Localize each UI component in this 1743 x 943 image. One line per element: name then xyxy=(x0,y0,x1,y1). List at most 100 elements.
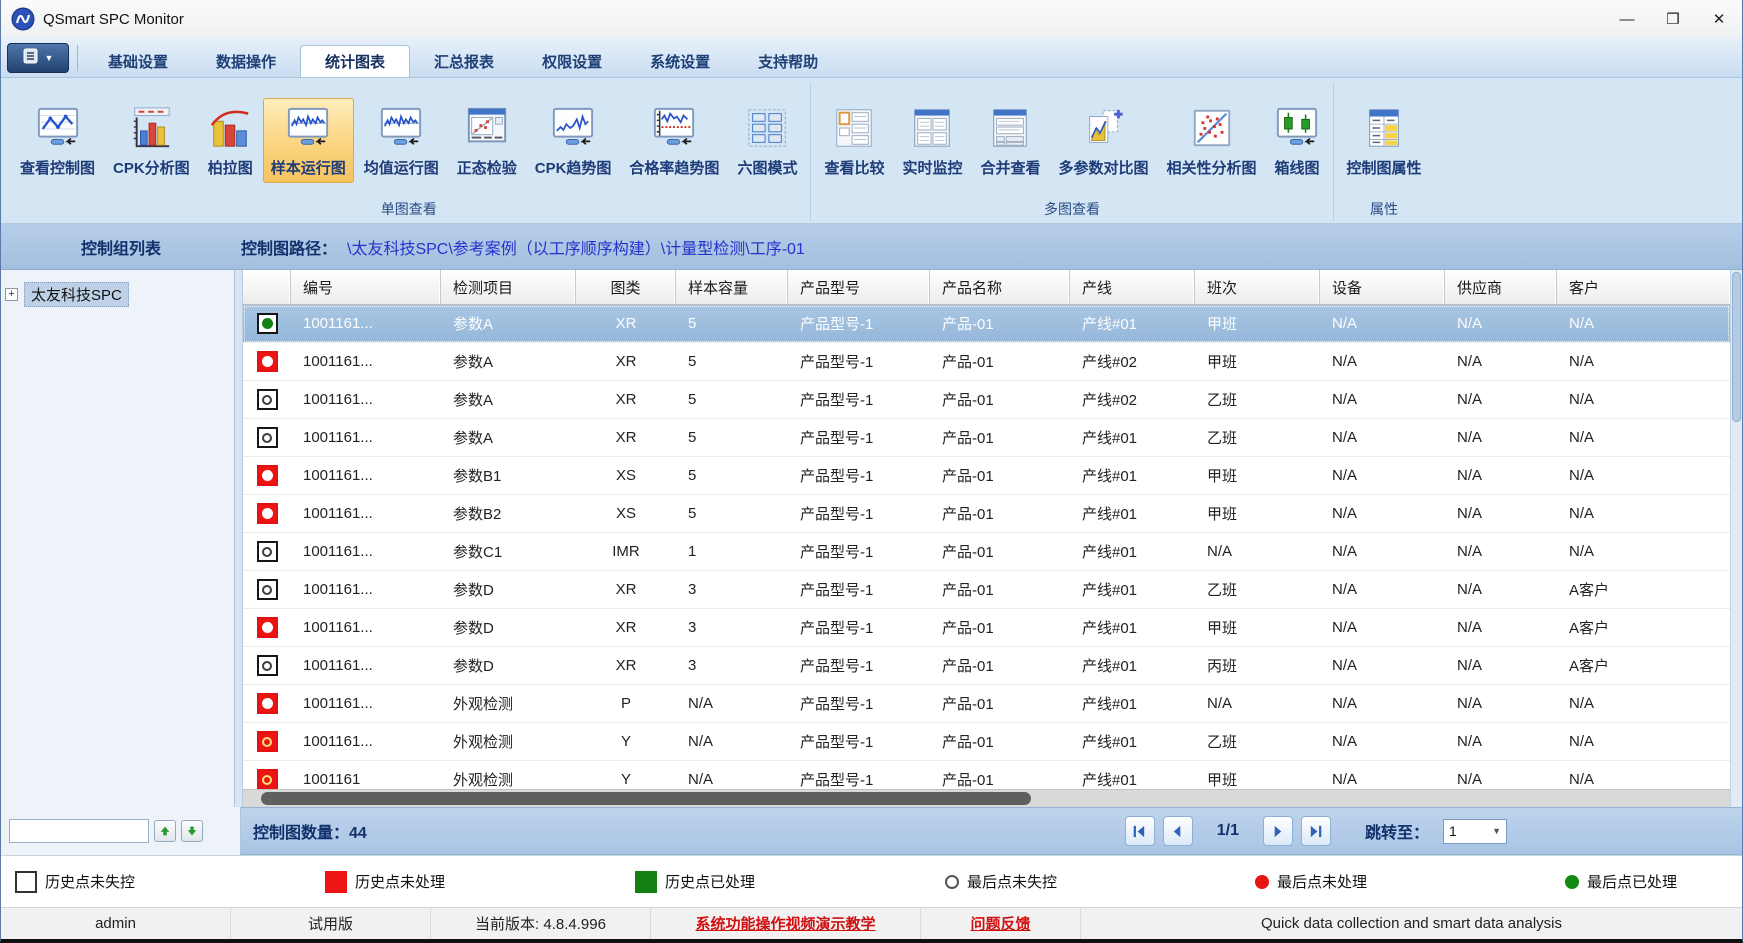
pareto-chart-icon xyxy=(208,103,252,153)
column-header[interactable]: 产线 xyxy=(1070,270,1195,304)
table-row[interactable]: 1001161...参数DXR3产品型号-1产品-01产线#01甲班N/AN/A… xyxy=(243,609,1730,647)
point-status-icon xyxy=(257,579,278,600)
chevron-down-icon: ▼ xyxy=(1492,826,1501,836)
ribbon-button-mean-run-chart[interactable]: 均值运行图 xyxy=(356,98,447,183)
search-down-button[interactable] xyxy=(181,820,203,842)
table-cell: 产品型号-1 xyxy=(788,761,930,789)
previous-page-button[interactable] xyxy=(1163,816,1193,846)
table-cell: 乙班 xyxy=(1195,419,1320,456)
table-row[interactable]: 1001161...参数AXR5产品型号-1产品-01产线#02甲班N/AN/A… xyxy=(243,343,1730,381)
panel-splitter[interactable] xyxy=(235,270,243,807)
ribbon-button-correlation-analysis[interactable]: 相关性分析图 xyxy=(1159,98,1265,183)
ribbon-button-normality-test[interactable]: 正态检验 xyxy=(449,98,525,183)
menu-tab-4[interactable]: 汇总报表 xyxy=(410,45,518,77)
ribbon-button-pareto-chart[interactable]: 柏拉图 xyxy=(200,98,261,183)
table-cell: N/A xyxy=(1445,685,1557,722)
next-page-button[interactable] xyxy=(1263,816,1293,846)
cpk-analysis-icon xyxy=(129,103,173,153)
table-cell: 产品-01 xyxy=(930,571,1070,608)
table-cell: Y xyxy=(576,723,676,760)
ribbon-button-cpk-analysis[interactable]: CPK分析图 xyxy=(105,98,198,183)
table-row[interactable]: 1001161...参数B2XS5产品型号-1产品-01产线#01甲班N/AN/… xyxy=(243,495,1730,533)
column-header[interactable]: 供应商 xyxy=(1445,270,1557,304)
table-row[interactable]: 1001161...参数DXR3产品型号-1产品-01产线#01丙班N/AN/A… xyxy=(243,647,1730,685)
table-cell: 产品型号-1 xyxy=(788,381,930,418)
table-cell: 甲班 xyxy=(1195,343,1320,380)
column-header[interactable]: 设备 xyxy=(1320,270,1445,304)
column-header-status[interactable] xyxy=(243,270,291,304)
edition-label: 试用版 xyxy=(231,908,431,939)
table-cell: 1001161... xyxy=(291,723,441,760)
cpk-trend-icon xyxy=(551,103,595,153)
column-header[interactable]: 班次 xyxy=(1195,270,1320,304)
ribbon-button-realtime-monitor[interactable]: 实时监控 xyxy=(894,98,970,183)
ribbon-button-multi-param-compare[interactable]: 多参数对比图 xyxy=(1051,98,1157,183)
menu-tab-6[interactable]: 系统设置 xyxy=(626,45,734,77)
table-cell: 外观检测 xyxy=(441,723,576,760)
table-row[interactable]: 1001161...外观检测PN/A产品型号-1产品-01产线#01N/AN/A… xyxy=(243,685,1730,723)
menu-tab-1[interactable]: 基础设置 xyxy=(84,45,192,77)
tree-item-root[interactable]: + 太友科技SPC xyxy=(5,282,234,307)
realtime-monitor-icon xyxy=(910,103,954,153)
menu-tab-5[interactable]: 权限设置 xyxy=(518,45,626,77)
ribbon-button-six-chart-mode[interactable]: 六图模式 xyxy=(729,98,805,183)
table-cell: N/A xyxy=(1445,457,1557,494)
menu-tab-3[interactable]: 统计图表 xyxy=(300,45,410,77)
close-button[interactable]: ✕ xyxy=(1696,0,1742,38)
menu-tab-2[interactable]: 数据操作 xyxy=(192,45,300,77)
ribbon-button-box-plot[interactable]: 箱线图 xyxy=(1267,98,1328,183)
point-status-icon xyxy=(257,617,278,638)
ribbon-button-cpk-trend[interactable]: CPK趋势图 xyxy=(527,98,620,183)
table-row[interactable]: 1001161...参数C1IMR1产品型号-1产品-01产线#01N/AN/A… xyxy=(243,533,1730,571)
horizontal-scrollbar-thumb[interactable] xyxy=(261,792,1031,805)
table-cell: 产线#01 xyxy=(1070,571,1195,608)
table-row[interactable]: 1001161...参数B1XS5产品型号-1产品-01产线#01甲班N/AN/… xyxy=(243,457,1730,495)
search-up-button[interactable] xyxy=(154,820,176,842)
table-cell: IMR xyxy=(576,533,676,570)
ribbon-button-merge-view[interactable]: 合并查看 xyxy=(972,98,1048,183)
feedback-link[interactable]: 问题反馈 xyxy=(970,913,1030,934)
table-cell: 参数A xyxy=(441,419,576,456)
column-header[interactable]: 产品型号 xyxy=(788,270,930,304)
menu-tab-7[interactable]: 支持帮助 xyxy=(734,45,842,77)
table-row[interactable]: 1001161...外观检测YN/A产品型号-1产品-01产线#01乙班N/AN… xyxy=(243,723,1730,761)
column-header[interactable]: 产品名称 xyxy=(930,270,1070,304)
table-row[interactable]: 1001161...参数DXR3产品型号-1产品-01产线#01乙班N/AN/A… xyxy=(243,571,1730,609)
table-cell: 1001161... xyxy=(291,305,441,342)
vertical-scrollbar-thumb[interactable] xyxy=(1732,272,1741,422)
column-header[interactable]: 样本容量 xyxy=(676,270,788,304)
ribbon-button-sample-run-chart[interactable]: 样本运行图 xyxy=(263,98,354,183)
table-row[interactable]: 1001161外观检测YN/A产品型号-1产品-01产线#01甲班N/AN/AN… xyxy=(243,761,1730,789)
ribbon-button-view-control-chart[interactable]: 查看控制图 xyxy=(12,98,103,183)
table-cell: 产线#01 xyxy=(1070,685,1195,722)
video-tutorial-link[interactable]: 系统功能操作视频演示教学 xyxy=(695,913,875,934)
jump-page-select[interactable]: 1 ▼ xyxy=(1443,819,1507,844)
table-cell: N/A xyxy=(1320,419,1445,456)
title-bar: QSmart SPC Monitor — ❒ ✕ xyxy=(1,0,1742,38)
ribbon-button-chart-properties[interactable]: 控制图属性 xyxy=(1339,98,1430,183)
last-page-button[interactable] xyxy=(1301,816,1331,846)
product-tagline: Quick data collection and smart data ana… xyxy=(1081,908,1742,939)
table-row[interactable]: 1001161...参数AXR5产品型号-1产品-01产线#02乙班N/AN/A… xyxy=(243,381,1730,419)
table-cell: 甲班 xyxy=(1195,305,1320,342)
table-row[interactable]: 1001161...参数AXR5产品型号-1产品-01产线#01甲班N/AN/A… xyxy=(243,305,1730,343)
ribbon-button-view-compare[interactable]: 查看比较 xyxy=(816,98,892,183)
table-cell: 产品-01 xyxy=(930,457,1070,494)
horizontal-scrollbar[interactable] xyxy=(243,789,1730,807)
column-header[interactable]: 检测项目 xyxy=(441,270,576,304)
column-header[interactable]: 图类 xyxy=(576,270,676,304)
table-cell: 产品型号-1 xyxy=(788,343,930,380)
application-menu-button[interactable]: ▼ xyxy=(7,43,69,73)
control-chart-table: 编号检测项目图类样本容量产品型号产品名称产线班次设备供应商客户 1001161.… xyxy=(243,270,1742,807)
table-row[interactable]: 1001161...参数AXR5产品型号-1产品-01产线#01乙班N/AN/A… xyxy=(243,419,1730,457)
vertical-scrollbar[interactable] xyxy=(1730,270,1742,807)
table-cell: 外观检测 xyxy=(441,685,576,722)
column-header[interactable]: 客户 xyxy=(1557,270,1730,304)
first-page-button[interactable] xyxy=(1125,816,1155,846)
tree-search-input[interactable] xyxy=(9,819,149,843)
tree-expand-icon[interactable]: + xyxy=(5,288,18,301)
column-header[interactable]: 编号 xyxy=(291,270,441,304)
ribbon-button-pass-rate-trend[interactable]: 合格率趋势图 xyxy=(621,98,727,183)
minimize-button[interactable]: — xyxy=(1604,0,1650,38)
maximize-button[interactable]: ❒ xyxy=(1650,0,1696,38)
